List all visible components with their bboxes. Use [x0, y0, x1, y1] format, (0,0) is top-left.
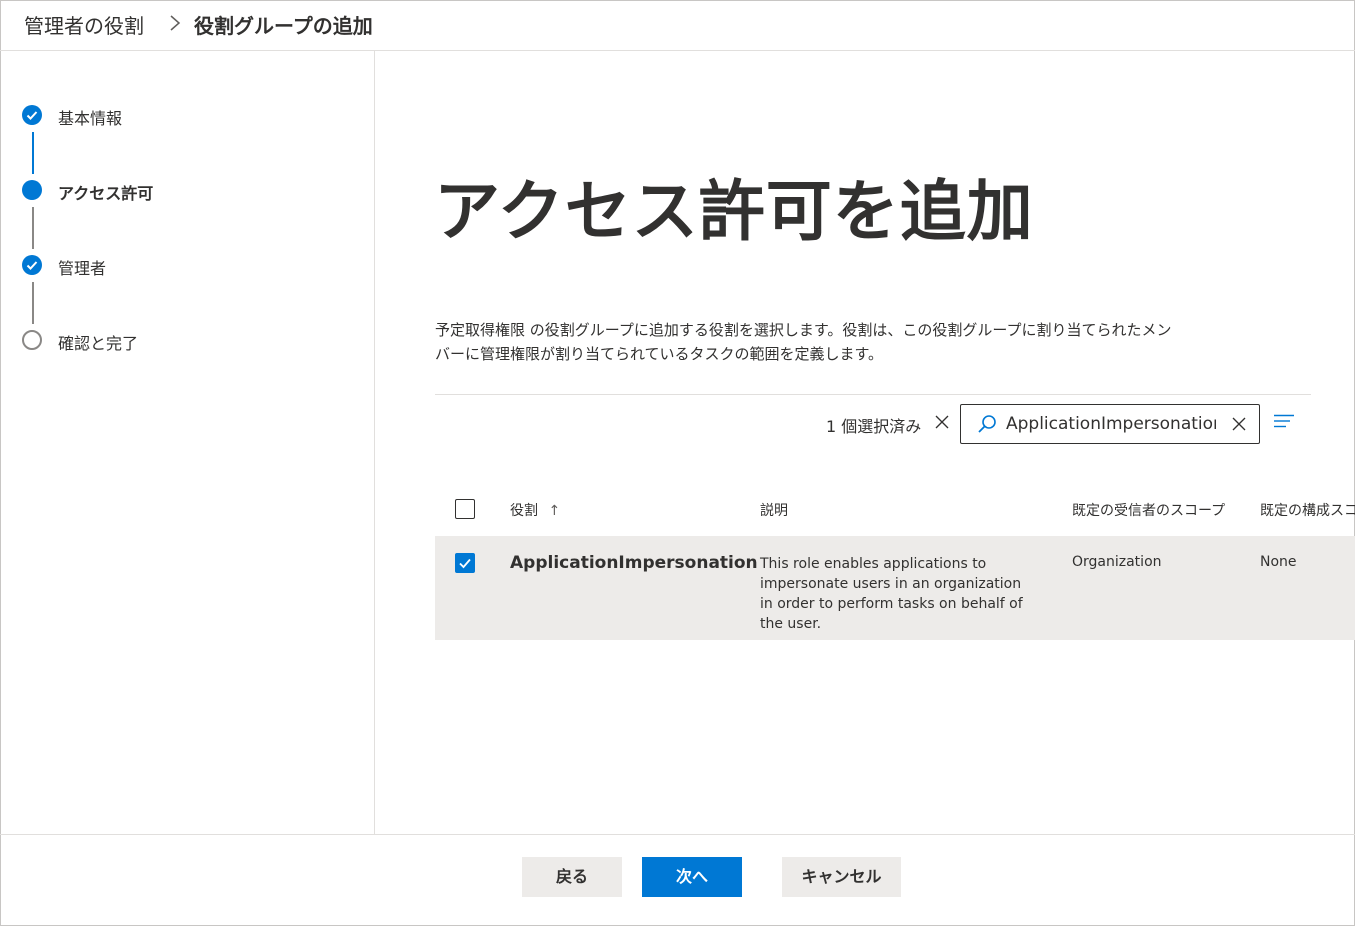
sort-ascending-icon: ↑: [548, 503, 561, 519]
current-step-dot-icon: [22, 180, 42, 200]
step-label: 基本情報: [58, 109, 123, 128]
step-connector: [32, 282, 34, 324]
select-all-checkbox[interactable]: [455, 499, 475, 519]
back-button[interactable]: 戻る: [522, 857, 622, 897]
check-circle-icon: [22, 255, 42, 275]
column-header-config-scope[interactable]: 既定の構成スコープ: [1260, 503, 1355, 519]
breadcrumb-link-admin-roles[interactable]: 管理者の役割: [24, 10, 144, 39]
column-header-description[interactable]: 説明: [760, 500, 788, 520]
breadcrumb: 管理者の役割 役割グループの追加: [0, 0, 1355, 51]
column-header-recipient-scope[interactable]: 既定の受信者のスコープ: [1072, 500, 1225, 520]
clear-selection-icon[interactable]: [934, 414, 950, 430]
role-name: ApplicationImpersonation: [510, 553, 758, 573]
cancel-button[interactable]: キャンセル: [782, 857, 901, 897]
column-header-role[interactable]: 役割 ↑: [510, 500, 560, 520]
divider: [435, 394, 1311, 395]
recipient-scope: Organization: [1072, 554, 1162, 570]
empty-circle-icon: [22, 330, 42, 350]
page-description: 予定取得権限 の役割グループに追加する役割を選択します。役割は、この役割グループ…: [435, 321, 1172, 363]
step-label: アクセス許可: [58, 184, 154, 203]
column-header-config-scope-clip: 既定の構成スコープ: [1260, 500, 1355, 520]
selected-count: 1 個選択済み: [826, 417, 922, 436]
step-connector: [32, 207, 34, 249]
table-row[interactable]: ApplicationImpersonation This role enabl…: [435, 536, 1355, 640]
checkmark-icon: [459, 558, 471, 569]
wizard-steps: 基本情報 アクセス許可 管理者 確認と完了: [0, 51, 375, 834]
search-box: [960, 404, 1260, 444]
clear-search-icon[interactable]: [1231, 416, 1247, 432]
breadcrumb-current: 役割グループの追加: [194, 14, 373, 38]
column-header-label: 役割: [510, 503, 538, 519]
step-connector: [32, 132, 34, 174]
check-circle-icon: [22, 105, 42, 125]
config-scope: None: [1260, 554, 1297, 570]
chevron-right-icon: [170, 15, 181, 31]
role-description: This role enables applications to impers…: [760, 556, 1023, 632]
search-input[interactable]: [1006, 414, 1216, 434]
row-checkbox[interactable]: [455, 553, 475, 573]
wizard-footer: 戻る 次へ キャンセル: [0, 834, 1355, 927]
search-icon: [978, 415, 996, 433]
next-button[interactable]: 次へ: [642, 857, 742, 897]
page-title: アクセス許可を追加: [434, 173, 1034, 250]
step-label: 管理者: [58, 259, 107, 278]
filter-icon[interactable]: [1274, 414, 1296, 428]
step-label: 確認と完了: [58, 334, 139, 353]
